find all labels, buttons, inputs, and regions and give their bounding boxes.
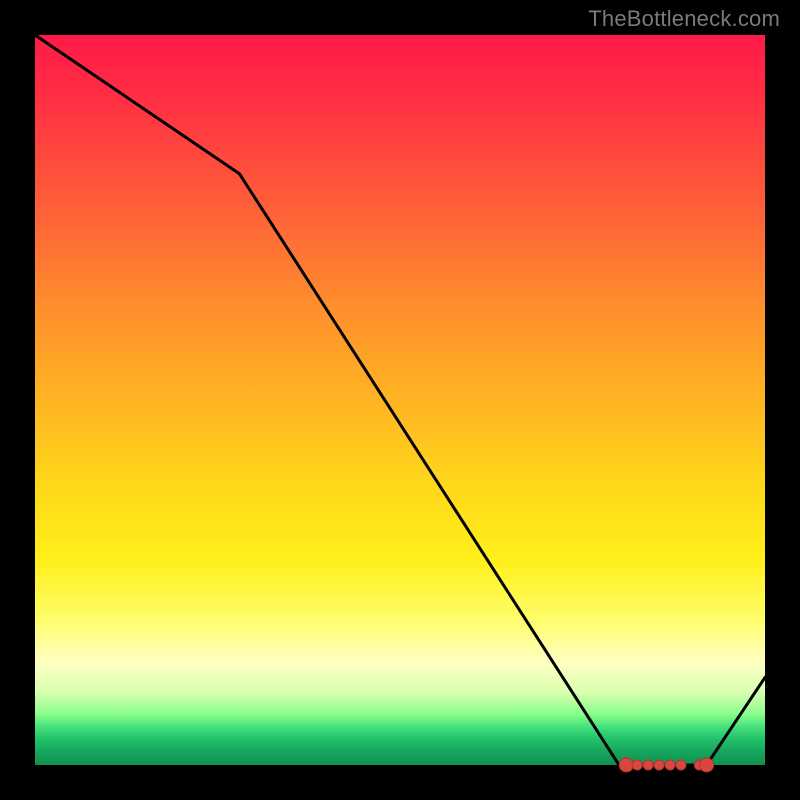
- plot-area: [35, 35, 765, 765]
- attribution-label: TheBottleneck.com: [588, 6, 780, 32]
- chart-frame: TheBottleneck.com: [0, 0, 800, 800]
